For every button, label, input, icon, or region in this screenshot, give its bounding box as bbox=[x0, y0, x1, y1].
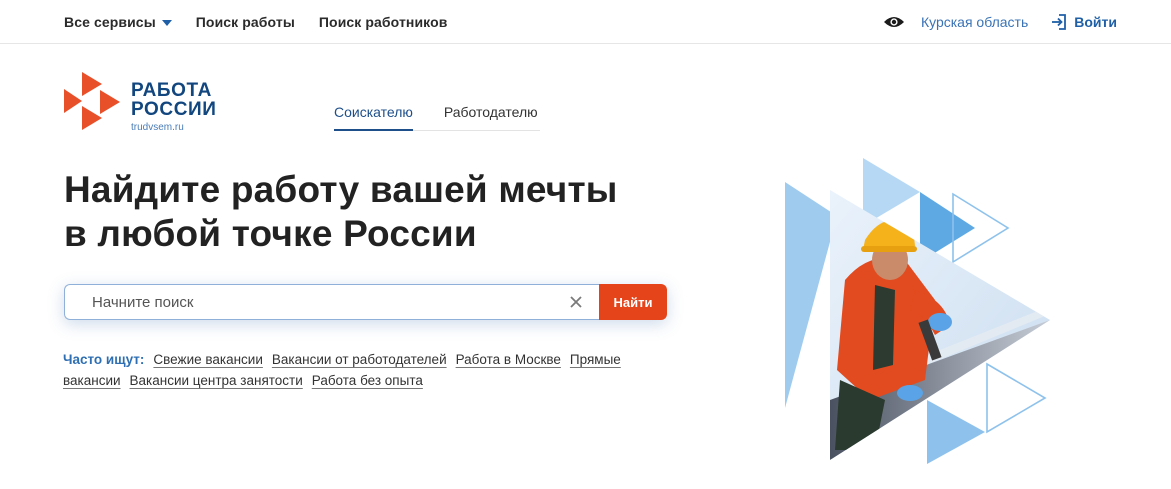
decor-triangle-bottom bbox=[927, 400, 985, 464]
logo-domain: trudvsem.ru bbox=[131, 122, 184, 133]
search-bar: Найти bbox=[64, 284, 667, 320]
chevron-down-icon bbox=[161, 20, 172, 26]
top-right-controls: Курская область Войти bbox=[883, 0, 1117, 44]
region-selector[interactable]: Курская область bbox=[921, 14, 1028, 30]
eye-icon[interactable] bbox=[883, 11, 905, 33]
decor-triangle-left bbox=[785, 182, 837, 408]
audience-tabs: Соискателю Работодателю bbox=[334, 102, 540, 131]
search-button[interactable]: Найти bbox=[599, 284, 667, 320]
nav-job-search[interactable]: Поиск работы bbox=[196, 14, 295, 30]
clear-icon[interactable] bbox=[567, 293, 585, 311]
nav-employee-search[interactable]: Поиск работников bbox=[319, 14, 448, 30]
site-logo[interactable]: РАБОТА РОССИИ trudvsem.ru bbox=[64, 72, 217, 133]
search-input[interactable] bbox=[64, 284, 599, 320]
top-bar: Все сервисы Поиск работы Поиск работнико… bbox=[0, 0, 1171, 44]
logo-mark-icon bbox=[64, 72, 120, 130]
popular-searches: Часто ищут: Свежие вакансии Вакансии от ра… bbox=[63, 349, 673, 391]
all-services-label: Все сервисы bbox=[64, 14, 156, 30]
page-title: Найдите работу вашей мечты в любой точке… bbox=[64, 168, 618, 256]
hero-illustration bbox=[785, 158, 1050, 464]
logo-text: РАБОТА РОССИИ trudvsem.ru bbox=[131, 81, 217, 133]
popular-link-employment-center[interactable]: Вакансии центра занятости bbox=[130, 373, 303, 388]
popular-link-moscow-jobs[interactable]: Работа в Москве bbox=[456, 352, 561, 367]
tab-employer[interactable]: Работодателю bbox=[444, 102, 540, 131]
logo-line-1: РАБОТА bbox=[131, 80, 212, 101]
popular-link-fresh-vacancies[interactable]: Свежие вакансии bbox=[153, 352, 262, 367]
page-title-line-1: Найдите работу вашей мечты bbox=[64, 169, 618, 210]
login-button[interactable]: Войти bbox=[1050, 13, 1117, 31]
top-nav: Все сервисы Поиск работы Поиск работнико… bbox=[64, 0, 447, 44]
all-services-menu[interactable]: Все сервисы bbox=[64, 14, 172, 30]
page-title-line-2: в любой точке России bbox=[64, 213, 477, 254]
popular-link-employer-vacancies[interactable]: Вакансии от работодателей bbox=[272, 352, 447, 367]
popular-label: Часто ищут: bbox=[63, 352, 145, 367]
login-label: Войти bbox=[1074, 14, 1117, 30]
logo-line-2: РОССИИ bbox=[131, 99, 217, 120]
popular-link-no-experience[interactable]: Работа без опыта bbox=[312, 373, 423, 388]
login-icon bbox=[1052, 14, 1067, 30]
decor-triangle-outline-2 bbox=[986, 362, 1047, 434]
tab-job-seeker[interactable]: Соискателю bbox=[334, 102, 413, 131]
